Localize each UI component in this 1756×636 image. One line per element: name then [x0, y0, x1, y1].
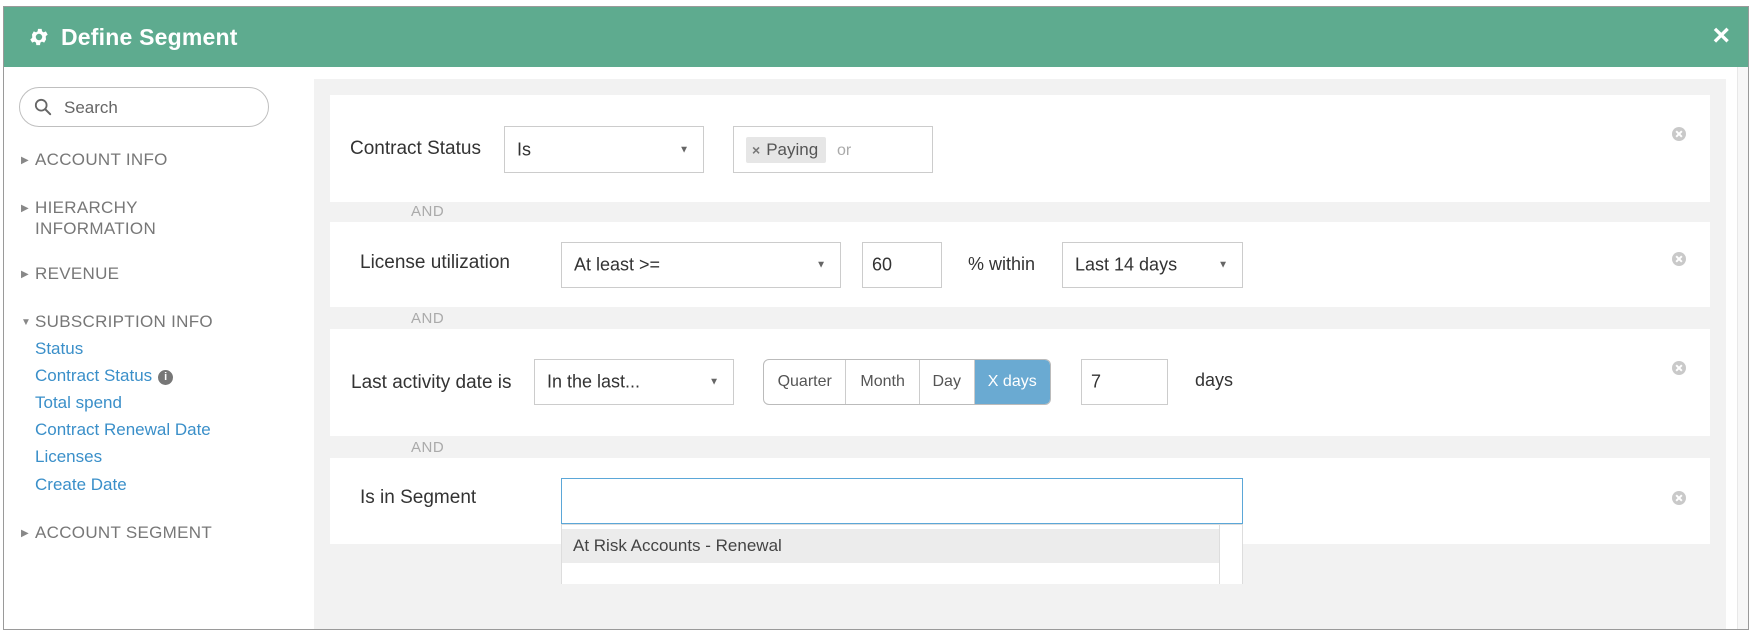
- or-hint: or: [837, 142, 852, 159]
- and-connector: AND: [411, 439, 445, 456]
- days-input[interactable]: 7: [1081, 359, 1168, 405]
- select-value: Last 14 days: [1075, 254, 1178, 275]
- range-option-quarter[interactable]: Quarter: [764, 360, 847, 404]
- range-option-month[interactable]: Month: [846, 360, 920, 404]
- range-option-day[interactable]: Day: [920, 360, 975, 404]
- condition-label: Is in Segment: [360, 487, 477, 508]
- select-value: In the last...: [547, 371, 641, 392]
- dropdown-option[interactable]: At Risk Accounts - Renewal: [562, 529, 1220, 563]
- search-box[interactable]: [19, 87, 269, 127]
- remove-tag-icon[interactable]: ×: [752, 142, 760, 158]
- remove-condition-icon[interactable]: [1672, 491, 1686, 505]
- input-value: 60: [872, 254, 893, 275]
- main-scrollbar[interactable]: [1737, 67, 1748, 629]
- sidebar-item-contract-status[interactable]: Contract Status i: [35, 366, 174, 386]
- info-icon[interactable]: i: [158, 370, 174, 385]
- sidebar-item-label: Contract Status: [35, 366, 153, 385]
- tag-label: Paying: [766, 140, 819, 159]
- caret-down-icon: ▼: [21, 317, 32, 328]
- segment-dropdown: At Risk Accounts - Renewal: [561, 524, 1243, 584]
- operator-select[interactable]: In the last... ▼: [534, 359, 734, 405]
- remove-condition-icon[interactable]: [1672, 127, 1686, 141]
- search-input[interactable]: [62, 96, 256, 120]
- close-icon[interactable]: ×: [1712, 21, 1730, 51]
- sidebar-item-status[interactable]: Status: [35, 339, 83, 359]
- sidebar-section-label: ACCOUNT INFO: [35, 150, 168, 169]
- condition-builder: Contract Status Is ▼ × Paying or AND Lice…: [294, 67, 1748, 629]
- dropdown-scrollbar[interactable]: [1219, 525, 1242, 584]
- sidebar-section-hierarchy-information[interactable]: ▶ HIERARCHY INFORMATION: [21, 197, 195, 239]
- chevron-down-icon: ▼: [709, 376, 719, 388]
- gear-icon: [30, 28, 48, 46]
- chevron-down-icon: ▼: [1218, 259, 1228, 271]
- sidebar-section-label: ACCOUNT SEGMENT: [35, 523, 213, 542]
- condition-card-license-utilization: License utilization At least >= ▼ 60 % w…: [330, 222, 1710, 307]
- sidebar-item-total-spend[interactable]: Total spend: [35, 393, 122, 413]
- dialog-titlebar: Define Segment ×: [4, 7, 1748, 67]
- sidebar-item-licenses[interactable]: Licenses: [35, 447, 102, 467]
- sidebar-section-label: SUBSCRIPTION INFO: [35, 312, 213, 331]
- operator-select[interactable]: At least >= ▼: [561, 242, 841, 288]
- select-value: At least >=: [574, 254, 661, 275]
- percent-within-label: % within: [968, 254, 1036, 274]
- condition-card-contract-status: Contract Status Is ▼ × Paying or: [330, 95, 1710, 202]
- value-tag: × Paying: [746, 137, 827, 163]
- sidebar-section-label: HIERARCHY INFORMATION: [35, 198, 157, 238]
- sidebar-section-subscription-info[interactable]: ▼ SUBSCRIPTION INFO: [21, 311, 255, 333]
- operator-select[interactable]: Is ▼: [504, 126, 704, 173]
- caret-right-icon: ▶: [21, 269, 29, 280]
- condition-label: License utilization: [360, 252, 510, 273]
- days-unit-label: days: [1195, 370, 1234, 390]
- input-value: 7: [1091, 371, 1102, 392]
- percent-input[interactable]: 60: [862, 242, 942, 288]
- tag-input[interactable]: × Paying or: [733, 126, 933, 173]
- condition-card-last-activity: Last activity date is In the last... ▼ Q…: [330, 329, 1710, 436]
- segment-search-input[interactable]: [561, 478, 1243, 524]
- period-select[interactable]: Last 14 days ▼: [1062, 242, 1243, 288]
- search-icon: [34, 98, 52, 116]
- chevron-down-icon: ▼: [679, 144, 689, 155]
- sidebar-item-create-date[interactable]: Create Date: [35, 475, 127, 495]
- sidebar-item-contract-renewal-date[interactable]: Contract Renewal Date: [35, 420, 211, 440]
- caret-right-icon: ▶: [21, 528, 29, 539]
- attribute-sidebar: ▶ ACCOUNT INFO ▶ HIERARCHY INFORMATION ▶ RE…: [4, 67, 295, 629]
- select-value: Is: [517, 139, 532, 159]
- condition-label: Contract Status: [350, 138, 481, 159]
- caret-right-icon: ▶: [21, 203, 29, 214]
- and-connector: AND: [411, 203, 445, 220]
- range-option-x-days[interactable]: X days: [974, 360, 1050, 404]
- remove-condition-icon[interactable]: [1672, 361, 1686, 375]
- sidebar-section-revenue[interactable]: ▶ REVENUE: [21, 263, 255, 285]
- chevron-down-icon: ▼: [816, 259, 826, 271]
- condition-label: Last activity date is: [351, 372, 512, 393]
- caret-right-icon: ▶: [21, 155, 29, 166]
- sidebar-section-label: REVENUE: [35, 264, 120, 283]
- sidebar-section-account-segment[interactable]: ▶ ACCOUNT SEGMENT: [21, 522, 255, 544]
- range-toggle-group: Quarter Month Day X days: [763, 359, 1051, 405]
- remove-condition-icon[interactable]: [1672, 252, 1686, 266]
- dialog-title: Define Segment: [61, 24, 238, 50]
- and-connector: AND: [411, 310, 445, 327]
- sidebar-section-account-info[interactable]: ▶ ACCOUNT INFO: [21, 149, 255, 171]
- define-segment-dialog: Define Segment × ▶ ACCOUNT INFO ▶ HIERARCH…: [3, 6, 1749, 630]
- conditions-canvas: Contract Status Is ▼ × Paying or AND Lice…: [314, 79, 1726, 629]
